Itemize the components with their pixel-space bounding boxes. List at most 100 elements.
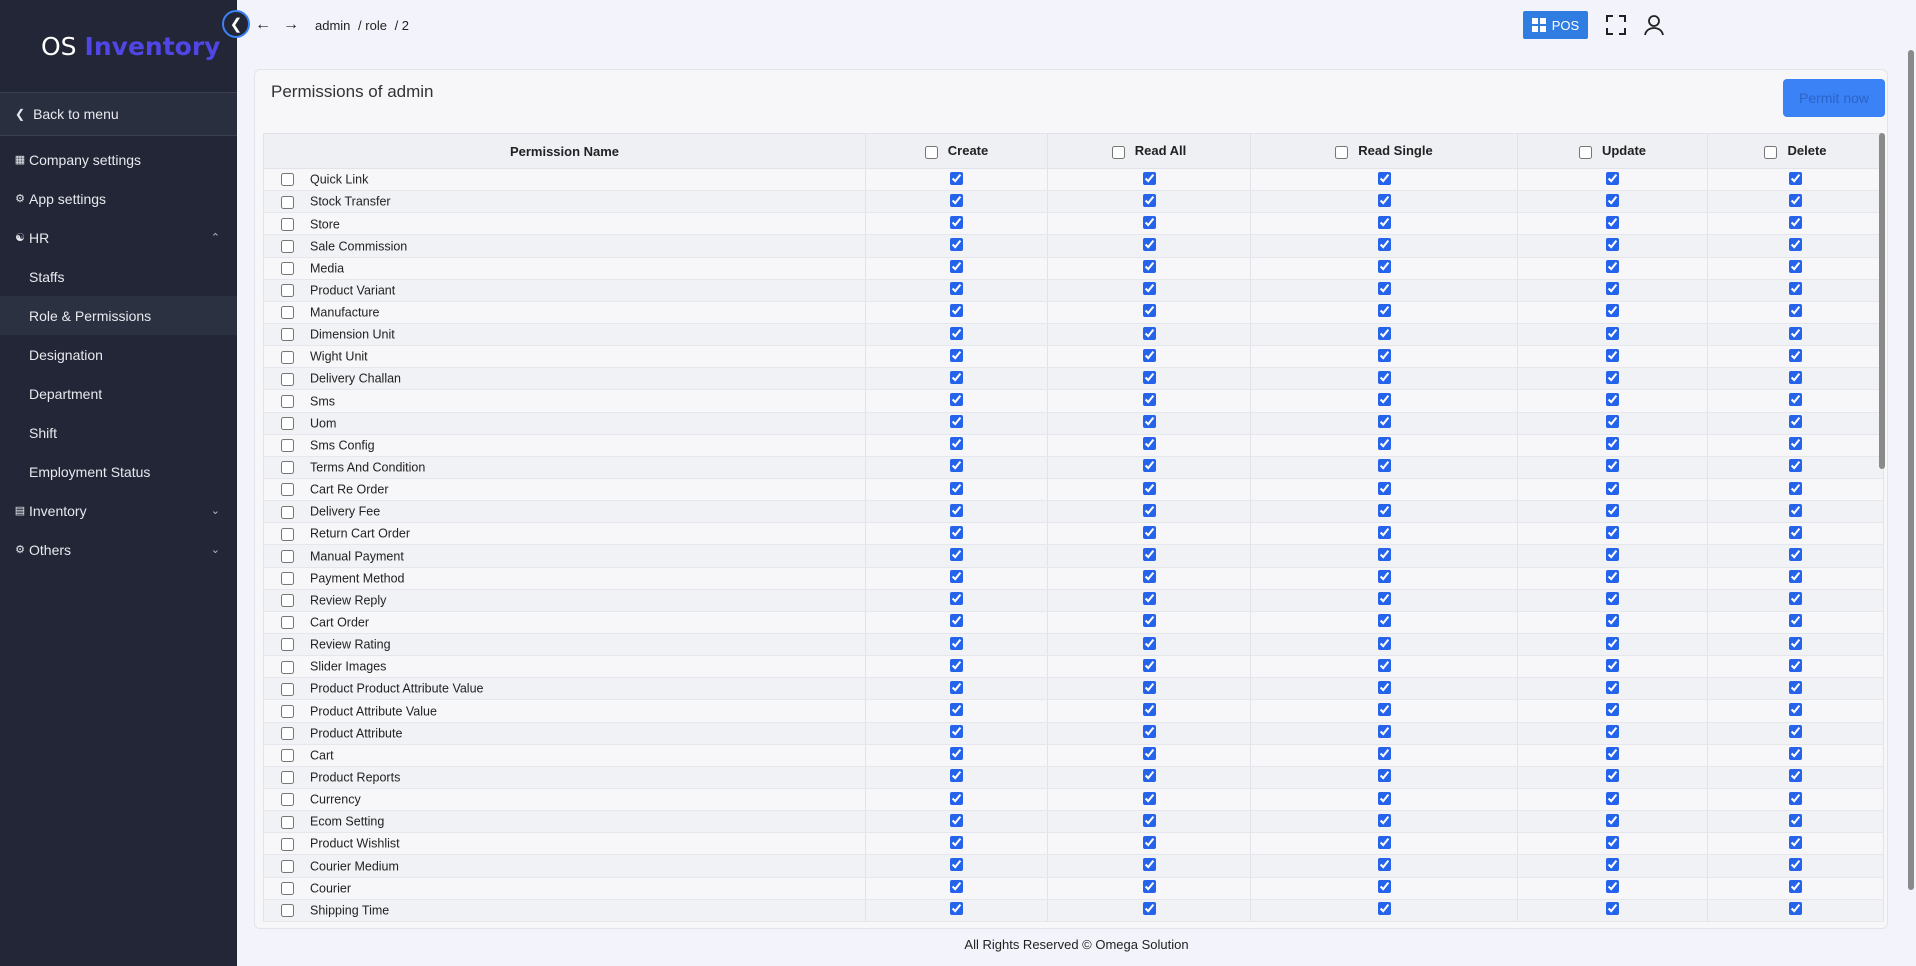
sidebar-item-shift[interactable]: Shift — [0, 413, 237, 452]
permission-update-checkbox[interactable] — [1606, 880, 1619, 894]
row-select-checkbox[interactable] — [281, 549, 294, 563]
permission-read-all-checkbox[interactable] — [1142, 215, 1156, 229]
row-select-checkbox[interactable] — [281, 394, 294, 408]
permission-update-checkbox[interactable] — [1606, 193, 1619, 207]
permission-read-all-checkbox[interactable] — [1142, 370, 1156, 384]
permission-create-checkbox[interactable] — [950, 547, 963, 561]
row-select-checkbox[interactable] — [281, 350, 294, 364]
permission-read-single-checkbox[interactable] — [1377, 260, 1391, 274]
permission-read-all-checkbox[interactable] — [1142, 791, 1156, 805]
permission-update-checkbox[interactable] — [1606, 237, 1619, 251]
permission-create-checkbox[interactable] — [950, 658, 963, 672]
permission-update-checkbox[interactable] — [1606, 459, 1619, 473]
permission-read-all-checkbox[interactable] — [1142, 282, 1156, 296]
permission-delete-checkbox[interactable] — [1789, 437, 1802, 451]
row-select-checkbox[interactable] — [281, 306, 294, 320]
row-select-checkbox[interactable] — [281, 505, 294, 519]
permission-update-checkbox[interactable] — [1606, 658, 1619, 672]
permission-create-checkbox[interactable] — [950, 459, 963, 473]
permission-update-checkbox[interactable] — [1606, 857, 1619, 871]
permission-delete-checkbox[interactable] — [1789, 813, 1802, 827]
sidebar-item-employment-status[interactable]: Employment Status — [0, 452, 237, 491]
permission-read-single-checkbox[interactable] — [1377, 503, 1391, 517]
permission-read-single-checkbox[interactable] — [1377, 791, 1391, 805]
permission-read-all-checkbox[interactable] — [1142, 880, 1156, 894]
sidebar-item-staffs[interactable]: Staffs — [0, 257, 237, 296]
row-select-checkbox[interactable] — [281, 173, 294, 187]
permission-read-single-checkbox[interactable] — [1377, 658, 1391, 672]
row-select-checkbox[interactable] — [281, 859, 294, 873]
permission-delete-checkbox[interactable] — [1789, 747, 1802, 761]
permission-read-all-checkbox[interactable] — [1142, 237, 1156, 251]
permission-delete-checkbox[interactable] — [1789, 326, 1802, 340]
back-arrow-icon[interactable]: ← — [255, 16, 271, 34]
permission-create-checkbox[interactable] — [950, 614, 963, 628]
permission-create-checkbox[interactable] — [950, 282, 963, 296]
row-select-checkbox[interactable] — [281, 704, 294, 718]
sidebar-item-hr[interactable]: ☯ HR ⌃ — [0, 218, 237, 257]
permission-read-single-checkbox[interactable] — [1377, 769, 1391, 783]
row-select-checkbox[interactable] — [281, 616, 294, 630]
permission-update-checkbox[interactable] — [1606, 304, 1619, 318]
permission-read-single-checkbox[interactable] — [1377, 481, 1391, 495]
permission-update-checkbox[interactable] — [1606, 260, 1619, 274]
row-select-checkbox[interactable] — [281, 461, 294, 475]
sidebar-item-role-permissions[interactable]: Role & Permissions — [0, 296, 237, 335]
row-select-checkbox[interactable] — [281, 638, 294, 652]
sidebar-item-others[interactable]: ⚙ Others ⌄ — [0, 530, 237, 569]
permission-read-all-checkbox[interactable] — [1142, 193, 1156, 207]
permission-delete-checkbox[interactable] — [1789, 614, 1802, 628]
permission-read-all-checkbox[interactable] — [1142, 326, 1156, 340]
permission-update-checkbox[interactable] — [1606, 215, 1619, 229]
breadcrumb-item[interactable]: admin — [315, 18, 350, 33]
row-select-checkbox[interactable] — [281, 483, 294, 497]
permission-create-checkbox[interactable] — [950, 415, 963, 429]
permission-read-all-checkbox[interactable] — [1142, 392, 1156, 406]
permission-read-single-checkbox[interactable] — [1377, 725, 1391, 739]
row-select-checkbox[interactable] — [281, 904, 294, 918]
collapse-sidebar-button[interactable]: ❮ — [222, 10, 250, 38]
permission-read-single-checkbox[interactable] — [1377, 547, 1391, 561]
permission-create-checkbox[interactable] — [950, 835, 963, 849]
permission-create-checkbox[interactable] — [950, 481, 963, 495]
permission-create-checkbox[interactable] — [950, 193, 963, 207]
select-all-update-checkbox[interactable] — [1578, 145, 1592, 159]
row-select-checkbox[interactable] — [281, 726, 294, 740]
permission-create-checkbox[interactable] — [950, 725, 963, 739]
permission-read-all-checkbox[interactable] — [1142, 592, 1156, 606]
row-select-checkbox[interactable] — [281, 749, 294, 763]
permission-delete-checkbox[interactable] — [1789, 370, 1802, 384]
permission-create-checkbox[interactable] — [950, 702, 963, 716]
pos-button[interactable]: POS — [1523, 11, 1588, 39]
row-select-checkbox[interactable] — [281, 284, 294, 298]
permission-create-checkbox[interactable] — [950, 215, 963, 229]
permission-read-all-checkbox[interactable] — [1142, 459, 1156, 473]
permission-update-checkbox[interactable] — [1606, 525, 1619, 539]
permission-read-all-checkbox[interactable] — [1142, 725, 1156, 739]
sidebar-item-department[interactable]: Department — [0, 374, 237, 413]
permission-read-all-checkbox[interactable] — [1142, 304, 1156, 318]
sidebar-item-company-settings[interactable]: ▦ Company settings — [0, 140, 237, 179]
permission-read-single-checkbox[interactable] — [1377, 702, 1391, 716]
permission-delete-checkbox[interactable] — [1789, 592, 1802, 606]
permission-create-checkbox[interactable] — [950, 570, 963, 584]
permission-read-all-checkbox[interactable] — [1142, 902, 1156, 916]
permission-read-single-checkbox[interactable] — [1377, 592, 1391, 606]
select-all-create-checkbox[interactable] — [924, 145, 938, 159]
forward-arrow-icon[interactable]: → — [283, 16, 299, 34]
row-select-checkbox[interactable] — [281, 439, 294, 453]
permission-read-single-checkbox[interactable] — [1377, 857, 1391, 871]
permission-update-checkbox[interactable] — [1606, 747, 1619, 761]
permission-delete-checkbox[interactable] — [1789, 348, 1802, 362]
permission-delete-checkbox[interactable] — [1789, 392, 1802, 406]
permission-create-checkbox[interactable] — [950, 304, 963, 318]
permission-delete-checkbox[interactable] — [1789, 260, 1802, 274]
permission-read-single-checkbox[interactable] — [1377, 614, 1391, 628]
permission-read-single-checkbox[interactable] — [1377, 326, 1391, 340]
permission-read-all-checkbox[interactable] — [1142, 481, 1156, 495]
permission-read-all-checkbox[interactable] — [1142, 680, 1156, 694]
sidebar-item-app-settings[interactable]: ⚙ App settings — [0, 179, 237, 218]
permission-read-all-checkbox[interactable] — [1142, 769, 1156, 783]
permission-update-checkbox[interactable] — [1606, 547, 1619, 561]
row-select-checkbox[interactable] — [281, 416, 294, 430]
